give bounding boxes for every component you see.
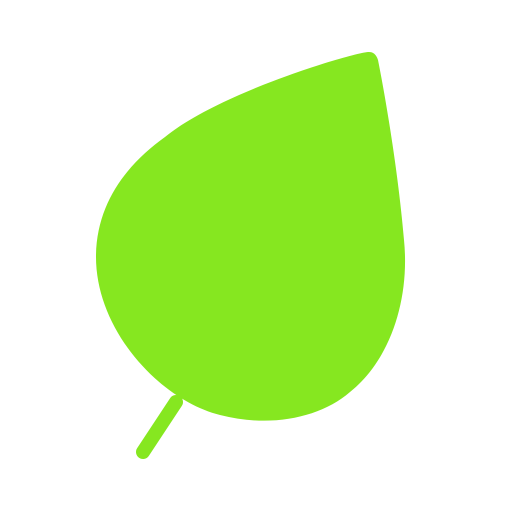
leaf-stem <box>136 395 183 459</box>
leaf-icon <box>95 52 406 459</box>
icon-canvas <box>0 0 512 512</box>
leaf-blade <box>95 52 406 421</box>
